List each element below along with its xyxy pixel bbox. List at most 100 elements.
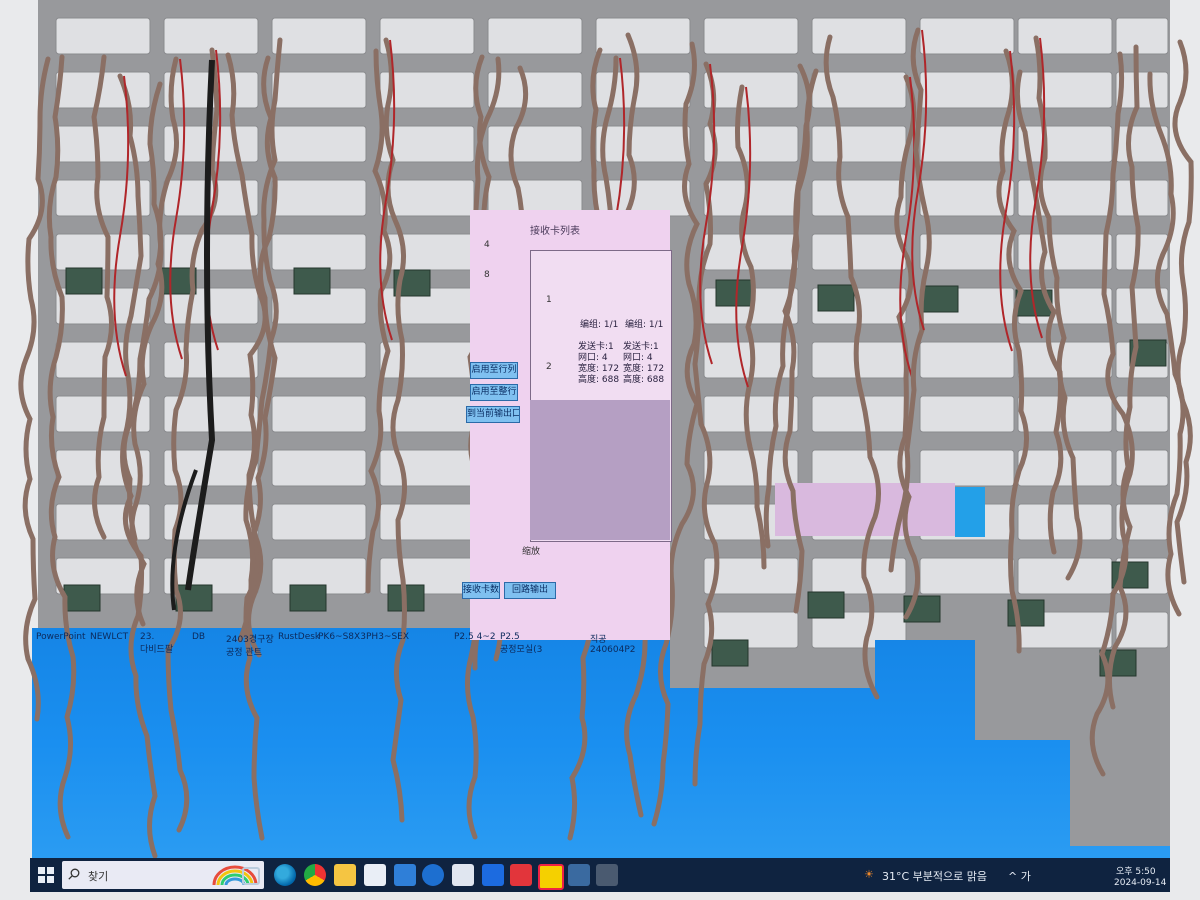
desktop-label[interactable]: P2.5 4~2 <box>454 632 496 642</box>
edge-icon[interactable] <box>274 864 296 886</box>
frame-cell <box>271 17 367 55</box>
desktop-label[interactable]: RustDesk <box>278 632 320 642</box>
selected-region <box>530 400 670 540</box>
app-icon[interactable] <box>568 864 590 886</box>
cell-info: 发送卡:1 网口: 4 宽度: 172 高度: 688 <box>578 342 620 385</box>
loop-output-button[interactable]: 回路输出 <box>504 582 556 599</box>
desktop-label[interactable]: PK6~S8X3 <box>318 632 366 642</box>
frame-cell <box>919 395 1015 433</box>
current-output-button[interactable]: 到当前输出口 <box>466 406 520 423</box>
frame-cell <box>811 179 907 217</box>
desktop-label[interactable]: DB <box>192 632 205 642</box>
frame-cell <box>1017 449 1113 487</box>
desktop-label[interactable]: PowerPoint <box>36 632 86 642</box>
frame-cell <box>1017 233 1113 271</box>
frame-cell <box>919 17 1015 55</box>
desktop-label[interactable]: 직공 240604P2 <box>590 632 636 655</box>
frame-cell <box>1017 341 1113 379</box>
enable-row-button[interactable]: 启用至整行 <box>470 384 518 401</box>
frame-cell <box>271 179 367 217</box>
desktop-label[interactable]: NEWLCT <box>90 632 128 642</box>
frame-cell <box>271 125 367 163</box>
receiver-card <box>63 584 101 612</box>
frame-cell <box>271 233 367 271</box>
desktop-label[interactable]: 2403경구장 공정 관트 <box>226 632 274 658</box>
receiver-card <box>293 267 331 295</box>
app-icon[interactable] <box>596 864 618 886</box>
search-icon <box>68 868 80 880</box>
frame-cell <box>55 17 151 55</box>
desktop-label[interactable]: P2.5 공정모실(3 <box>500 632 542 655</box>
receiver-card <box>715 279 753 307</box>
weather-text[interactable]: 31°C 부분적으로 맑음 <box>882 868 987 884</box>
frame-cell <box>271 341 367 379</box>
enable-row-col-button[interactable]: 启用至行列 <box>470 362 518 379</box>
receiver-card <box>807 591 845 619</box>
frame-cell <box>271 503 367 541</box>
desktop-label[interactable]: 23. 다비드팔 <box>140 632 173 655</box>
frame-cell <box>379 449 475 487</box>
frame-cell <box>379 341 475 379</box>
frame-cell <box>703 71 799 109</box>
frame-cell <box>487 71 583 109</box>
frame-cell <box>1017 17 1113 55</box>
frame-cell <box>595 17 691 55</box>
frame-cell <box>703 17 799 55</box>
file-explorer-icon[interactable] <box>334 864 356 886</box>
frame-cell <box>919 557 1015 595</box>
frame-cell <box>271 449 367 487</box>
card-count-button[interactable]: 接收卡数量 <box>462 582 500 599</box>
frame-cell <box>811 395 907 433</box>
row-label: 2 <box>546 362 552 372</box>
led-purple-strip <box>775 483 955 536</box>
system-tray: ☀ 31°C 부분적으로 맑음 ^ 가 오후 5:50 2024-09-14 <box>864 858 1170 892</box>
kakaotalk-icon[interactable] <box>538 864 564 890</box>
frame-cell <box>595 125 691 163</box>
window-title: 接收卡列表 <box>530 226 580 237</box>
windows-start-icon[interactable] <box>38 867 54 883</box>
frame-cell <box>271 395 367 433</box>
tray-icons[interactable]: ^ 가 <box>1008 868 1031 884</box>
cell-info: 发送卡:1 网口: 4 宽度: 172 高度: 688 <box>623 342 665 385</box>
frame-cell <box>811 125 907 163</box>
app-icon[interactable] <box>482 864 504 886</box>
frame-cell <box>919 341 1015 379</box>
task-view-icon[interactable] <box>242 867 260 885</box>
frame-cell <box>379 503 475 541</box>
frame-cell <box>487 17 583 55</box>
col-header: 编组: 1/1 <box>580 320 619 330</box>
clock-date[interactable]: 2024-09-14 <box>1114 878 1166 888</box>
frame-cell <box>1017 557 1113 595</box>
frame-cell <box>811 449 907 487</box>
frame-cell <box>703 179 799 217</box>
receiver-card <box>817 284 855 312</box>
chrome-icon[interactable] <box>304 864 326 886</box>
app-icon[interactable] <box>452 864 474 886</box>
frame-cell <box>1017 503 1113 541</box>
frame-cell <box>919 71 1015 109</box>
row-label: 1 <box>546 295 552 305</box>
receiver-card <box>711 639 749 667</box>
receiver-card <box>289 584 327 612</box>
frame-cell <box>271 71 367 109</box>
frame-cell <box>1017 125 1113 163</box>
frame-cell <box>379 233 475 271</box>
col-header: 编组: 1/1 <box>625 320 664 330</box>
app-icon[interactable] <box>510 864 532 886</box>
weather-icon: ☀ <box>864 868 874 881</box>
clock-time[interactable]: 오후 5:50 <box>1116 864 1156 877</box>
frame-cell <box>163 233 259 271</box>
frame-cell <box>703 395 799 433</box>
receiver-card-window: 接收卡列表 4 8 1 2 编组: 1/1 编组: 1/1 发送卡:1 网口: … <box>462 210 672 640</box>
frame-cell <box>55 233 151 271</box>
search-placeholder: 찾기 <box>88 870 109 883</box>
desktop-label[interactable]: PH3~SEX <box>366 632 409 642</box>
frame-cell <box>1017 71 1113 109</box>
app-icon[interactable] <box>422 864 444 886</box>
taskbar: 찾기 ☀ 31°C 부분적으로 맑음 ^ 가 오후 5:50 2024-09-1… <box>30 858 1170 892</box>
mail-icon[interactable] <box>394 864 416 886</box>
search-input[interactable]: 찾기 <box>62 861 264 889</box>
receiver-card <box>921 285 959 313</box>
store-icon[interactable] <box>364 864 386 886</box>
frame-cell <box>811 233 907 271</box>
